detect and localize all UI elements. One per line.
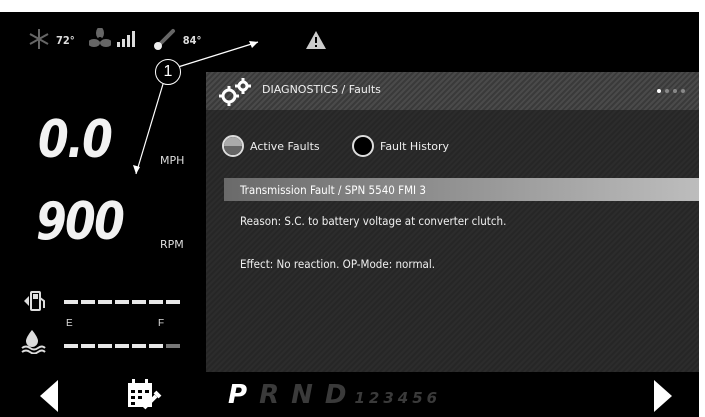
fault-row[interactable]: Transmission Fault / SPN 5540 FMI 3: [224, 178, 699, 201]
radio-selected-icon: [222, 135, 244, 157]
gear-p: P: [228, 380, 248, 410]
callout-marker: 1: [155, 59, 181, 85]
speed-value: 0.0: [38, 110, 113, 170]
diagnostics-title: DIAGNOSTICS / Faults: [262, 83, 381, 96]
level-segment: [149, 344, 163, 348]
gear-d: D: [324, 380, 347, 410]
level-segment: [64, 300, 78, 304]
page-dot: [681, 89, 685, 93]
chevron-left-icon[interactable]: [40, 380, 60, 417]
bottom-bar: P R N D 123456: [0, 374, 699, 417]
def-fluid-icon: [20, 328, 46, 359]
level-segment: [166, 300, 180, 304]
page-dot: [673, 89, 677, 93]
fault-effect: Effect: No reaction. OP-Mode: normal.: [240, 257, 436, 271]
tab-active-faults[interactable]: Active Faults: [222, 135, 320, 157]
gear-numbers: 123456: [354, 389, 442, 407]
level-segment: [98, 344, 112, 348]
tab-label: Fault History: [380, 139, 450, 153]
gear-selector: P R N D 123456: [228, 380, 441, 410]
level-segment: [132, 344, 146, 348]
rpm-unit: RPM: [160, 238, 184, 251]
fault-title: Transmission Fault / SPN 5540 FMI 3: [240, 183, 426, 197]
diagnostics-header: DIAGNOSTICS / Faults: [206, 72, 699, 110]
dashboard-screen: 72° 84° 1 0.0 MPH 900 RPM E F DIAGNOSTIC…: [0, 12, 699, 417]
def-level-bar: [64, 344, 180, 348]
speed-unit: MPH: [160, 154, 185, 167]
level-segment: [166, 344, 180, 348]
gear-r: R: [259, 380, 280, 410]
tab-fault-history[interactable]: Fault History: [352, 135, 449, 157]
radio-empty-icon: [352, 135, 374, 157]
empty-label: E: [66, 318, 73, 329]
full-label: F: [158, 318, 165, 329]
fuel-level-bar: [64, 300, 180, 304]
tab-label: Active Faults: [250, 139, 320, 153]
level-segment: [98, 300, 112, 304]
page-dot: [657, 89, 661, 93]
level-segment: [132, 300, 146, 304]
chevron-right-icon[interactable]: [652, 380, 672, 417]
rpm-value: 900: [36, 192, 125, 252]
level-segment: [149, 300, 163, 304]
page-dot: [665, 89, 669, 93]
gears-icon: [218, 78, 252, 111]
page-indicator: [657, 89, 685, 93]
level-segment: [81, 344, 95, 348]
calendar-wrench-icon[interactable]: [126, 378, 162, 417]
level-segment: [81, 300, 95, 304]
level-segment: [115, 300, 129, 304]
fault-reason: Reason: S.C. to battery voltage at conve…: [240, 214, 507, 228]
level-segment: [115, 344, 129, 348]
level-segment: [64, 344, 78, 348]
gear-n: N: [291, 380, 313, 410]
fuel-pump-icon: [22, 290, 46, 317]
